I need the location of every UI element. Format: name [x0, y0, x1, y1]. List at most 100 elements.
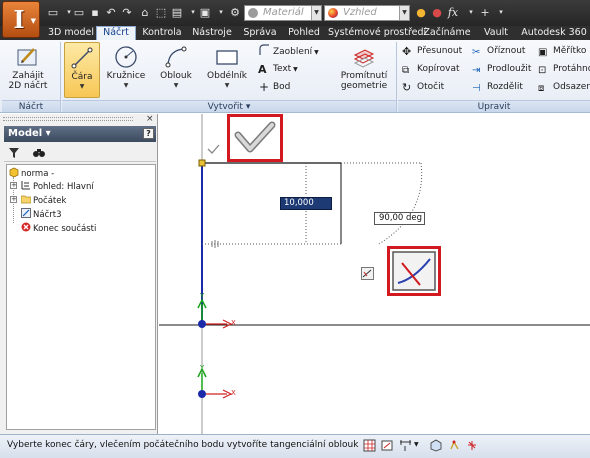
application-menu-button[interactable]: I ▼ [2, 1, 40, 38]
modify-panel-title[interactable]: Upravit [398, 100, 590, 112]
part-icon [9, 167, 19, 177]
trim-icon: ✂ [472, 47, 481, 58]
fx-icon[interactable]: fx [446, 6, 460, 19]
length-input-field[interactable]: 10,000 mm [279, 196, 333, 219]
graphics-canvas[interactable]: Y Y X X 10,000 mm 90,00 deg [159, 114, 590, 434]
open-icon[interactable]: ▭ [72, 6, 86, 19]
folder-icon [21, 195, 31, 204]
show-constraints-icon[interactable] [381, 439, 394, 452]
customize-icon[interactable]: ▾ [494, 6, 508, 19]
tab-get-started[interactable]: Začínáme [422, 26, 472, 40]
tangent-icon [362, 269, 372, 278]
start-2d-sketch-button[interactable]: Zahájit 2D náčrt [8, 42, 48, 98]
rotate-button[interactable]: ↻ Otočit [402, 80, 444, 95]
tab-sketch[interactable]: Náčrt [96, 26, 136, 40]
tree-node-part[interactable]: norma - [9, 167, 54, 179]
offset-button[interactable]: ⧈ Odsazen [538, 80, 590, 95]
settings-icon[interactable]: ⚙ [228, 6, 242, 19]
scale-icon: ▣ [538, 47, 548, 58]
sketch-panel-title[interactable]: Náčrt [2, 100, 60, 112]
panel-grip[interactable] [3, 117, 133, 121]
split-button[interactable]: ⊣ Rozdělit [472, 80, 523, 95]
degrees-of-freedom-icon[interactable] [466, 439, 479, 452]
origin-point [198, 390, 206, 398]
text-button[interactable]: A Text ▼ [258, 62, 298, 77]
tab-environments[interactable]: Systémové prostředí [328, 26, 426, 40]
rectangle-icon [216, 50, 238, 65]
dimension-icon[interactable] [399, 439, 412, 452]
tab-inspect[interactable]: Kontrola [138, 26, 186, 40]
line-tool-button[interactable]: Čára ▼ [64, 42, 100, 98]
move-button[interactable]: ✥ Přesunout [402, 44, 462, 59]
appearance-adjust-icon[interactable]: ● [414, 6, 428, 19]
update-icon[interactable]: ▤ [170, 6, 184, 19]
appearance-select[interactable]: Vzhled ▼ [324, 5, 410, 21]
chevron-down-icon: ▼ [30, 17, 36, 25]
tab-view[interactable]: Pohled [284, 26, 324, 40]
endpoint-grip [198, 159, 206, 167]
project-geometry-button[interactable]: Promítnutí geometrie [336, 42, 392, 98]
help-icon[interactable]: ? [143, 128, 154, 139]
extend-button[interactable]: ⇥ Prodloužit [472, 62, 531, 77]
tree-node-view[interactable]: Pohled: Hlavní [21, 180, 94, 192]
rectangle-tool-button[interactable]: Obdélník ▼ [204, 42, 250, 98]
save-icon[interactable]: ▪ [88, 6, 102, 19]
text-icon: A [258, 63, 267, 76]
copy-label: Kopírovat [417, 64, 460, 74]
fillet-button[interactable]: Zaoblení ▼ [258, 44, 319, 59]
start-sketch-label-1: Zahájit [12, 71, 44, 81]
x-axis-label: X [231, 389, 236, 397]
material-select[interactable]: Materiál ▼ [244, 5, 322, 21]
tab-tools[interactable]: Nástroje [188, 26, 236, 40]
perpendicular-check-icon [234, 121, 276, 153]
point-button[interactable]: + Bod [258, 80, 290, 95]
new-file-icon[interactable]: ▭ [46, 6, 60, 19]
tab-3d-model[interactable]: 3D model [46, 26, 96, 40]
tab-vault[interactable]: Vault [474, 26, 518, 40]
redo-icon[interactable]: ↷ [120, 6, 134, 19]
model-browser-header[interactable]: Model ▾ ? [4, 126, 156, 142]
scale-button[interactable]: ▣ Měřítko [538, 44, 586, 59]
project-geometry-label-2: geometrie [340, 81, 388, 91]
close-icon[interactable]: × [146, 114, 154, 124]
rotate-icon: ↻ [402, 81, 412, 94]
dropdown-icon[interactable]: ▾ [464, 6, 478, 19]
expand-icon[interactable]: + [10, 196, 17, 203]
constraint-inference-icon[interactable] [448, 439, 461, 452]
measure-icon[interactable]: ▣ [198, 6, 212, 19]
arc-icon [165, 46, 187, 68]
clear-appearance-icon[interactable]: ● [430, 6, 444, 19]
home-icon[interactable]: ⌂ [138, 6, 152, 19]
chevron-down-icon[interactable]: ▼ [414, 441, 419, 448]
appearance-placeholder: Vzhled [343, 7, 377, 18]
copy-button[interactable]: ⧉ Kopírovat [402, 62, 460, 77]
filter-icon[interactable] [8, 147, 20, 159]
stretch-button[interactable]: ⊡ Protáhno [538, 62, 590, 77]
grid-icon[interactable] [363, 439, 376, 452]
tree-node-end-of-part[interactable]: Konec součásti [21, 222, 96, 234]
dropdown-icon[interactable]: ▾ [214, 6, 228, 19]
chevron-down-icon: ▼ [173, 82, 179, 89]
y-axis-label: Y [200, 364, 205, 372]
undo-icon[interactable]: ↶ [104, 6, 118, 19]
circle-label: Kružnice [106, 71, 146, 81]
project-geometry-label-1: Promítnutí [340, 71, 388, 81]
stretch-label: Protáhno [553, 64, 590, 74]
expand-icon[interactable]: + [10, 182, 17, 189]
tree-node-origin[interactable]: Počátek [21, 194, 66, 206]
arc-label: Oblouk [160, 71, 192, 81]
create-panel-title[interactable]: Vytvořit ▾ [62, 100, 396, 112]
trim-button[interactable]: ✂ Oříznout [472, 44, 525, 59]
select-icon[interactable]: ⬚ [154, 6, 168, 19]
circle-tool-button[interactable]: Kružnice ▼ [104, 42, 148, 98]
tab-autodesk-360[interactable]: Autodesk 360 [520, 26, 588, 40]
tree-node-label: Konec součásti [33, 224, 97, 234]
plus-icon[interactable]: + [478, 6, 492, 19]
fillet-icon [259, 44, 269, 55]
find-icon[interactable] [32, 147, 46, 159]
tree-node-sketch[interactable]: Náčrt3 [21, 208, 61, 220]
arc-tool-button[interactable]: Oblouk ▼ [156, 42, 196, 98]
3d-view-icon[interactable] [429, 439, 442, 452]
tab-manage[interactable]: Správa [238, 26, 282, 40]
tree-node-label: norma - [21, 169, 55, 179]
